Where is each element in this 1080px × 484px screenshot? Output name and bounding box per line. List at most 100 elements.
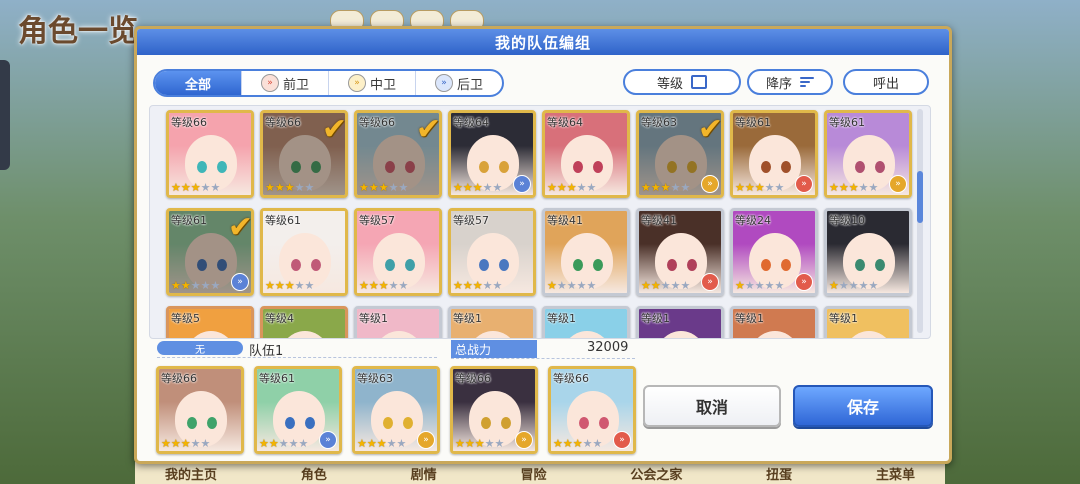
portrait-eye bbox=[311, 259, 321, 271]
nav-my-home[interactable]: 我的主页 bbox=[165, 464, 217, 483]
team-member-card[interactable]: 等级66 ★ ★ ★ ★ ★» bbox=[450, 366, 538, 454]
level-value: 66 bbox=[183, 372, 197, 385]
character-card[interactable]: 等级66 ★ ★ ★ ★ ★ bbox=[166, 110, 254, 198]
star-rating: ★ ★ ★ ★ ★ bbox=[171, 182, 220, 193]
character-card[interactable]: 等级41 ★ ★ ★ ★ ★» bbox=[636, 208, 724, 296]
character-card[interactable]: 等级1★★★★★ bbox=[542, 306, 630, 338]
nav-story[interactable]: 剧情 bbox=[411, 464, 437, 483]
portrait-eye bbox=[761, 161, 771, 173]
star-icon: ★ bbox=[388, 181, 399, 194]
team-member-card[interactable]: 等级66 ★ ★ ★ ★ ★ bbox=[156, 366, 244, 454]
star-rating: ★ ★ ★ ★ ★ bbox=[453, 280, 502, 291]
star-icon: ★ bbox=[190, 437, 201, 450]
call-button[interactable]: 呼出 bbox=[843, 69, 929, 95]
character-level: 等级66 bbox=[553, 370, 589, 386]
level-value: 64 bbox=[475, 116, 489, 129]
character-level: 等级66 bbox=[161, 370, 197, 386]
nav-adventure[interactable]: 冒险 bbox=[520, 464, 546, 483]
middle-position-icon: » bbox=[347, 74, 366, 92]
portrait-eye bbox=[479, 161, 489, 173]
star-icon: ★ bbox=[566, 181, 577, 194]
sort-by-level-button[interactable]: 等级 bbox=[623, 69, 741, 95]
nav-gacha[interactable]: 扭蛋 bbox=[766, 464, 792, 483]
portrait-eye bbox=[481, 417, 491, 429]
portrait-eye bbox=[311, 161, 321, 173]
character-card[interactable]: 等级1★★★★★ bbox=[730, 306, 818, 338]
character-level: 等级61 bbox=[829, 114, 865, 130]
filter-all-tab[interactable]: 全部 bbox=[155, 71, 242, 95]
level-prefix: 等级 bbox=[453, 214, 475, 227]
level-prefix: 等级 bbox=[455, 372, 477, 385]
sort-order-label: 降序 bbox=[765, 76, 792, 92]
filter-middle-tab[interactable]: » 中卫 bbox=[329, 71, 416, 95]
star-icon: ★ bbox=[359, 181, 369, 194]
middle-position-icon: » bbox=[515, 431, 533, 449]
star-icon: ★ bbox=[453, 181, 463, 194]
nav-guild-house[interactable]: 公会之家 bbox=[630, 464, 682, 483]
character-list[interactable]: 等级66 ★ ★ ★ ★ ★ 等级66 ★ ★ ★ ★ ★ ✔ 等级66 ★ ★ ★ ★ ★ ✔ 等级64 ★ ★ ★ ★ ★» 等… bbox=[149, 105, 931, 339]
sort-order-button[interactable]: 降序 bbox=[747, 69, 833, 95]
portrait-eye bbox=[501, 417, 511, 429]
star-icon: ★ bbox=[848, 279, 859, 292]
filter-front-tab[interactable]: » 前卫 bbox=[242, 71, 329, 95]
level-value: 66 bbox=[193, 116, 207, 129]
star-rating: ★ ★ ★ ★ ★ bbox=[161, 438, 210, 449]
star-rating: ★ ★ ★ ★ ★ bbox=[829, 182, 878, 193]
team-member-card[interactable]: 等级66 ★ ★ ★ ★ ★» bbox=[548, 366, 636, 454]
star-icon: ★ bbox=[660, 279, 671, 292]
character-card[interactable]: 等级24 ★ ★ ★ ★ ★» bbox=[730, 208, 818, 296]
character-card[interactable]: 等级64 ★ ★ ★ ★ ★ bbox=[542, 110, 630, 198]
star-icon: ★ bbox=[161, 437, 171, 450]
character-card[interactable]: 等级61 ★ ★ ★ ★ ★» bbox=[824, 110, 912, 198]
star-icon: ★ bbox=[472, 181, 483, 194]
character-card[interactable]: 等级61 ★ ★ ★ ★ ★» bbox=[730, 110, 818, 198]
character-card[interactable]: 等级63 ★ ★ ★ ★ ★» ✔ bbox=[636, 110, 724, 198]
star-icon: ★ bbox=[396, 437, 407, 450]
character-card[interactable]: 等级66 ★ ★ ★ ★ ★ ✔ bbox=[260, 110, 348, 198]
star-icon: ★ bbox=[284, 181, 295, 194]
character-card[interactable]: 等级10 ★ ★ ★ ★ ★ bbox=[824, 208, 912, 296]
character-card[interactable]: 等级66 ★ ★ ★ ★ ★ ✔ bbox=[354, 110, 442, 198]
star-icon: ★ bbox=[764, 181, 775, 194]
cancel-button[interactable]: 取消 bbox=[643, 385, 781, 427]
star-icon: ★ bbox=[576, 181, 587, 194]
character-card[interactable]: 等级57 ★ ★ ★ ★ ★ bbox=[354, 208, 442, 296]
star-icon: ★ bbox=[278, 437, 289, 450]
character-card[interactable]: 等级61 ★ ★ ★ ★ ★ bbox=[260, 208, 348, 296]
character-card[interactable]: 等级41 ★ ★ ★ ★ ★ bbox=[542, 208, 630, 296]
team-member-card[interactable]: 等级61 ★ ★ ★ ★ ★» bbox=[254, 366, 342, 454]
character-card[interactable]: 等级64 ★ ★ ★ ★ ★» bbox=[448, 110, 536, 198]
level-value: 57 bbox=[475, 214, 489, 227]
character-card[interactable]: 等级1★★★★★ bbox=[824, 306, 912, 338]
character-card[interactable]: 等级5★★★★★ bbox=[166, 306, 254, 338]
star-icon: ★ bbox=[547, 181, 557, 194]
character-card[interactable]: 等级4★★★★★ bbox=[260, 306, 348, 338]
portrait-eye bbox=[197, 259, 207, 271]
star-icon: ★ bbox=[464, 437, 475, 450]
character-card[interactable]: 等级57 ★ ★ ★ ★ ★ bbox=[448, 208, 536, 296]
portrait-eye bbox=[291, 259, 301, 271]
star-rating: ★ ★ ★ ★ ★ bbox=[547, 182, 596, 193]
character-card[interactable]: 等级1★★★★★ bbox=[636, 306, 724, 338]
list-scrollbar[interactable] bbox=[917, 109, 923, 333]
character-card[interactable]: 等级1★★★★★ bbox=[354, 306, 442, 338]
portrait-eye bbox=[875, 259, 885, 271]
level-prefix: 等级 bbox=[735, 214, 757, 227]
star-icon: ★ bbox=[670, 279, 681, 292]
scroll-thumb[interactable] bbox=[917, 171, 923, 223]
star-icon: ★ bbox=[641, 181, 651, 194]
star-icon: ★ bbox=[858, 181, 869, 194]
portrait-eye bbox=[479, 259, 489, 271]
save-button[interactable]: 保存 bbox=[793, 385, 933, 427]
filter-back-tab[interactable]: » 后卫 bbox=[416, 71, 502, 95]
nav-main-menu[interactable]: 主菜单 bbox=[876, 464, 915, 483]
team-member-card[interactable]: 等级63 ★ ★ ★ ★ ★» bbox=[352, 366, 440, 454]
front-position-icon: » bbox=[260, 74, 279, 92]
level-value: 5 bbox=[193, 312, 200, 325]
level-value: 24 bbox=[757, 214, 771, 227]
divider bbox=[157, 357, 437, 358]
character-card[interactable]: 等级1★★★★★ bbox=[448, 306, 536, 338]
star-icon: ★ bbox=[170, 437, 181, 450]
character-card[interactable]: 等级61 ★ ★ ★ ★ ★» ✔ bbox=[166, 208, 254, 296]
nav-characters[interactable]: 角色 bbox=[301, 464, 327, 483]
